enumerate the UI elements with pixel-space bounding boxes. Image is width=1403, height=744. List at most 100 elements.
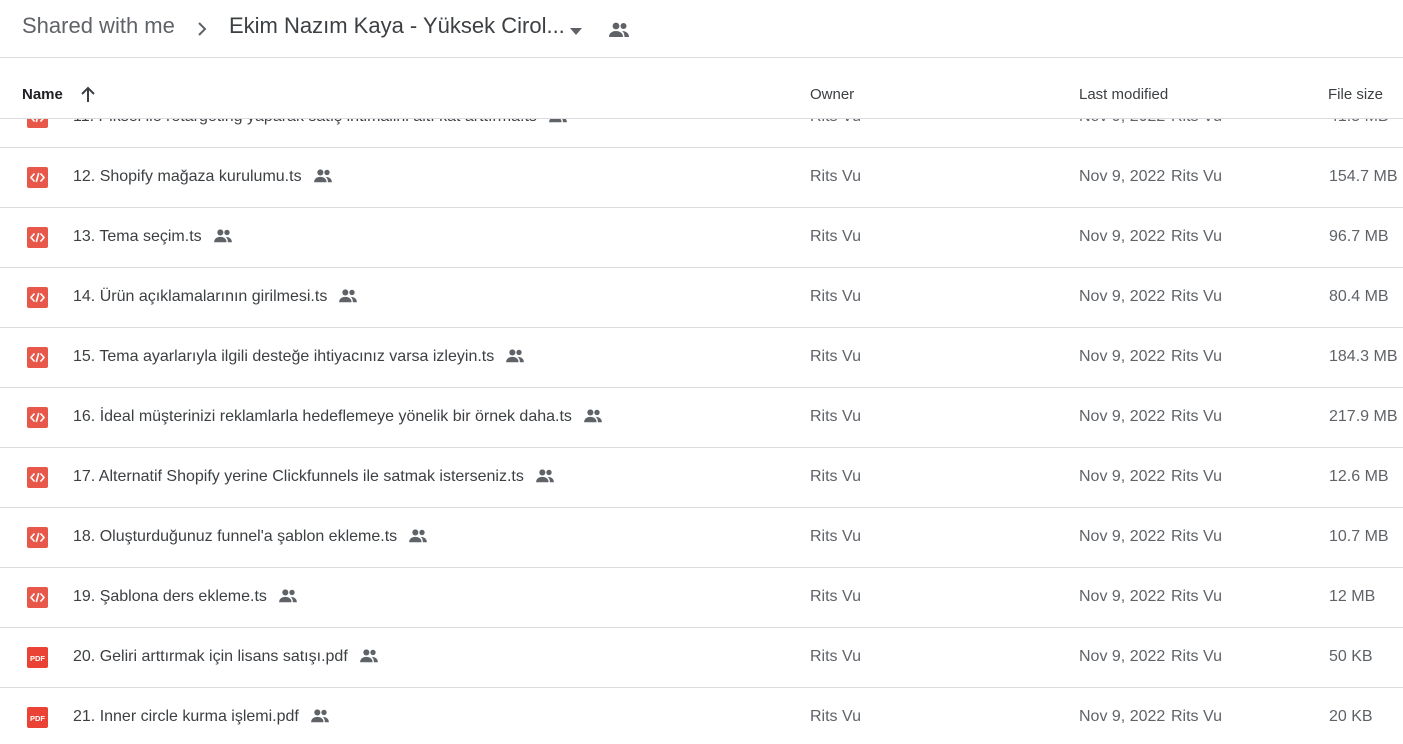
file-name[interactable]: 18. Oluşturduğunuz funnel'a şablon eklem… <box>73 528 429 549</box>
code-file-icon <box>27 167 48 188</box>
file-owner: Rits Vu <box>810 408 861 425</box>
code-file-icon <box>27 407 48 428</box>
file-row[interactable]: 17. Alternatif Shopify yerine Clickfunne… <box>0 448 1403 508</box>
file-modified-date: Nov 9, 2022 <box>1079 228 1166 245</box>
file-modified-by: Rits Vu <box>1171 648 1222 665</box>
file-owner: Rits Vu <box>810 588 861 605</box>
chevron-right-icon <box>195 19 209 44</box>
pdf-file-icon: PDF <box>27 707 48 728</box>
file-name[interactable]: 20. Geliri arttırmak için lisans satışı.… <box>73 648 380 669</box>
people-icon <box>582 408 604 429</box>
file-size: 50 KB <box>1329 648 1373 665</box>
file-owner: Rits Vu <box>810 228 861 245</box>
file-owner: Rits Vu <box>810 168 861 185</box>
file-name[interactable]: 21. Inner circle kurma işlemi.pdf <box>73 708 331 729</box>
people-icon <box>312 168 334 189</box>
file-row[interactable]: PDF 21. Inner circle kurma işlemi.pdf Rits… <box>0 688 1403 744</box>
file-row[interactable]: 11. Piksel ile retargeting yaparak satış… <box>0 119 1403 148</box>
file-list[interactable]: 11. Piksel ile retargeting yaparak satış… <box>0 119 1403 744</box>
file-name-text: 18. Oluşturduğunuz funnel'a şablon eklem… <box>73 528 398 545</box>
file-modified-date: Nov 9, 2022 <box>1079 408 1166 425</box>
file-size: 80.4 MB <box>1329 288 1389 305</box>
people-icon <box>407 528 429 549</box>
file-modified-by: Rits Vu <box>1171 119 1222 126</box>
code-file-icon <box>27 119 48 128</box>
file-name[interactable]: 11. Piksel ile retargeting yaparak satış… <box>73 119 569 129</box>
file-name[interactable]: 16. İdeal müşterinizi reklamlarla hedefl… <box>73 408 604 429</box>
file-modified-by: Rits Vu <box>1171 408 1222 425</box>
file-name[interactable]: 15. Tema ayarlarıyla ilgili desteğe ihti… <box>73 348 526 369</box>
file-name-text: 17. Alternatif Shopify yerine Clickfunne… <box>73 468 524 485</box>
code-file-icon <box>27 467 48 488</box>
file-list-header: Name Owner Last modified File size <box>0 59 1403 119</box>
people-icon <box>212 228 234 249</box>
breadcrumb-current-folder[interactable]: Ekim Nazım Kaya - Yüksek Cirol... <box>229 13 565 39</box>
people-icon <box>337 288 359 309</box>
file-name[interactable]: 14. Ürün açıklamalarının girilmesi.ts <box>73 288 359 309</box>
file-size: 96.7 MB <box>1329 228 1389 245</box>
column-header-file-size[interactable]: File size <box>1328 86 1383 103</box>
people-icon <box>309 708 331 729</box>
code-file-icon <box>27 287 48 308</box>
file-modified-by: Rits Vu <box>1171 468 1222 485</box>
file-modified-date: Nov 9, 2022 <box>1079 119 1165 126</box>
caret-down-icon[interactable] <box>568 24 584 42</box>
code-file-icon <box>27 227 48 248</box>
people-icon <box>547 119 569 129</box>
breadcrumb: Shared with me Ekim Nazım Kaya - Yüksek … <box>0 0 1403 58</box>
file-row[interactable]: 12. Shopify mağaza kurulumu.ts Rits Vu Nov… <box>0 148 1403 208</box>
file-name-text: 11. Piksel ile retargeting yaparak satış… <box>73 119 537 125</box>
file-row[interactable]: 19. Şablona ders ekleme.ts Rits Vu Nov 9, … <box>0 568 1403 628</box>
file-modified-date: Nov 9, 2022 <box>1079 708 1166 725</box>
pdf-file-icon: PDF <box>27 647 48 668</box>
file-size: 184.3 MB <box>1329 348 1398 365</box>
breadcrumb-shared-with-me[interactable]: Shared with me <box>22 13 175 39</box>
file-modified-date: Nov 9, 2022 <box>1079 348 1166 365</box>
code-file-icon <box>27 347 48 368</box>
people-icon <box>534 468 556 489</box>
file-owner: Rits Vu <box>810 528 861 545</box>
file-modified-by: Rits Vu <box>1171 588 1222 605</box>
column-header-last-modified[interactable]: Last modified <box>1079 86 1168 103</box>
file-size: 12 MB <box>1329 588 1376 605</box>
file-modified-date: Nov 9, 2022 <box>1079 648 1166 665</box>
file-size: 217.9 MB <box>1329 408 1398 425</box>
file-modified-date: Nov 9, 2022 <box>1079 168 1166 185</box>
file-row[interactable]: 14. Ürün açıklamalarının girilmesi.ts Rit… <box>0 268 1403 328</box>
people-icon <box>277 588 299 609</box>
file-row[interactable]: 16. İdeal müşterinizi reklamlarla hedefl… <box>0 388 1403 448</box>
file-owner: Rits Vu <box>810 119 861 126</box>
arrow-up-icon[interactable] <box>79 86 97 109</box>
file-row[interactable]: 18. Oluşturduğunuz funnel'a şablon eklem… <box>0 508 1403 568</box>
file-size: 41.5 MB <box>1329 119 1389 126</box>
file-modified-by: Rits Vu <box>1171 288 1222 305</box>
file-name-text: 14. Ürün açıklamalarının girilmesi.ts <box>73 288 328 305</box>
file-name[interactable]: 13. Tema seçim.ts <box>73 228 234 249</box>
file-name-text: 16. İdeal müşterinizi reklamlarla hedefl… <box>73 408 572 425</box>
column-header-owner: Owner <box>810 86 855 103</box>
file-modified-date: Nov 9, 2022 <box>1079 288 1166 305</box>
file-rows: 11. Piksel ile retargeting yaparak satış… <box>0 119 1403 744</box>
file-row[interactable]: PDF 20. Geliri arttırmak için lisans satı… <box>0 628 1403 688</box>
file-modified-by: Rits Vu <box>1171 168 1222 185</box>
file-name[interactable]: 17. Alternatif Shopify yerine Clickfunne… <box>73 468 556 489</box>
file-size: 154.7 MB <box>1329 168 1398 185</box>
people-icon <box>607 20 631 45</box>
file-name-text: 21. Inner circle kurma işlemi.pdf <box>73 708 299 725</box>
people-icon <box>358 648 380 669</box>
file-name-text: 12. Shopify mağaza kurulumu.ts <box>73 168 302 185</box>
file-modified-date: Nov 9, 2022 <box>1079 468 1166 485</box>
column-header-name[interactable]: Name <box>22 86 63 103</box>
file-row[interactable]: 15. Tema ayarlarıyla ilgili desteğe ihti… <box>0 328 1403 388</box>
file-name-text: 19. Şablona ders ekleme.ts <box>73 588 267 605</box>
svg-text:PDF: PDF <box>30 654 45 663</box>
file-modified-by: Rits Vu <box>1171 708 1222 725</box>
file-size: 12.6 MB <box>1329 468 1389 485</box>
file-name-text: 20. Geliri arttırmak için lisans satışı.… <box>73 648 348 665</box>
file-name[interactable]: 12. Shopify mağaza kurulumu.ts <box>73 168 334 189</box>
file-name-text: 15. Tema ayarlarıyla ilgili desteğe ihti… <box>73 348 495 365</box>
file-owner: Rits Vu <box>810 468 861 485</box>
file-row[interactable]: 13. Tema seçim.ts Rits Vu Nov 9, 2022 Rits … <box>0 208 1403 268</box>
svg-text:PDF: PDF <box>30 714 45 723</box>
file-name[interactable]: 19. Şablona ders ekleme.ts <box>73 588 299 609</box>
